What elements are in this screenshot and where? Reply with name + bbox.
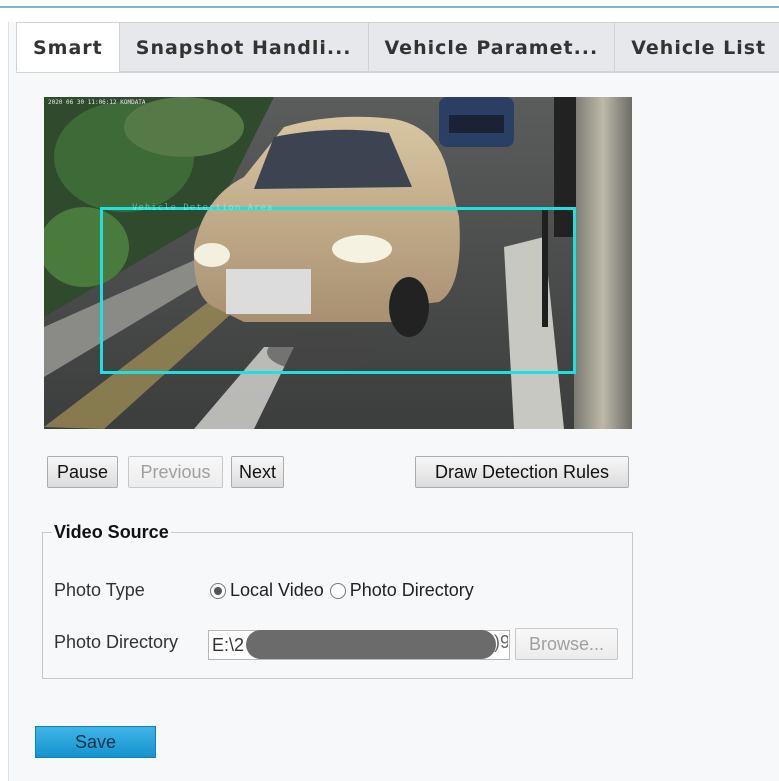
tab-vehicle-list[interactable]: Vehicle List (614, 22, 779, 72)
top-divider (0, 6, 779, 8)
detection-area-box[interactable] (100, 207, 576, 374)
photo-directory-value-tail: )9 (494, 632, 508, 652)
tab-vehicle-parameters[interactable]: Vehicle Paramet... (367, 22, 616, 72)
tab-bar: Smart Snapshot Handli... Vehicle Paramet… (16, 22, 779, 74)
video-osd-timestamp: 2020 06 30 11:06:12 KOMDATA (48, 99, 146, 106)
photo-directory-radio[interactable] (329, 582, 346, 599)
tab-underline (16, 72, 779, 73)
photo-type-radio-group: Local Video Photo Directory (210, 580, 480, 601)
local-video-radio[interactable] (210, 582, 226, 599)
photo-directory-option-label[interactable]: Photo Directory (350, 580, 474, 601)
video-source-legend: Video Source (52, 522, 171, 543)
browse-button[interactable]: Browse... (515, 628, 618, 660)
tab-smart[interactable]: Smart (16, 22, 120, 72)
video-preview[interactable]: 2020 06 30 11:06:12 KOMDATA Vehicle Dete… (44, 97, 632, 429)
save-button[interactable]: Save (35, 726, 156, 758)
redacted-path-overlay (246, 630, 496, 659)
local-video-label[interactable]: Local Video (230, 580, 324, 601)
photo-type-label: Photo Type (54, 580, 145, 600)
tab-snapshot-handling[interactable]: Snapshot Handli... (118, 22, 369, 72)
photo-directory-label: Photo Directory (54, 632, 179, 652)
draw-detection-rules-button[interactable]: Draw Detection Rules (415, 456, 629, 488)
photo-directory-value: E:\2 (212, 635, 245, 655)
detection-area-label: Vehicle Detection Area (132, 203, 274, 213)
next-button[interactable]: Next (231, 456, 284, 488)
previous-button[interactable]: Previous (128, 456, 223, 488)
pause-button[interactable]: Pause (47, 456, 118, 488)
